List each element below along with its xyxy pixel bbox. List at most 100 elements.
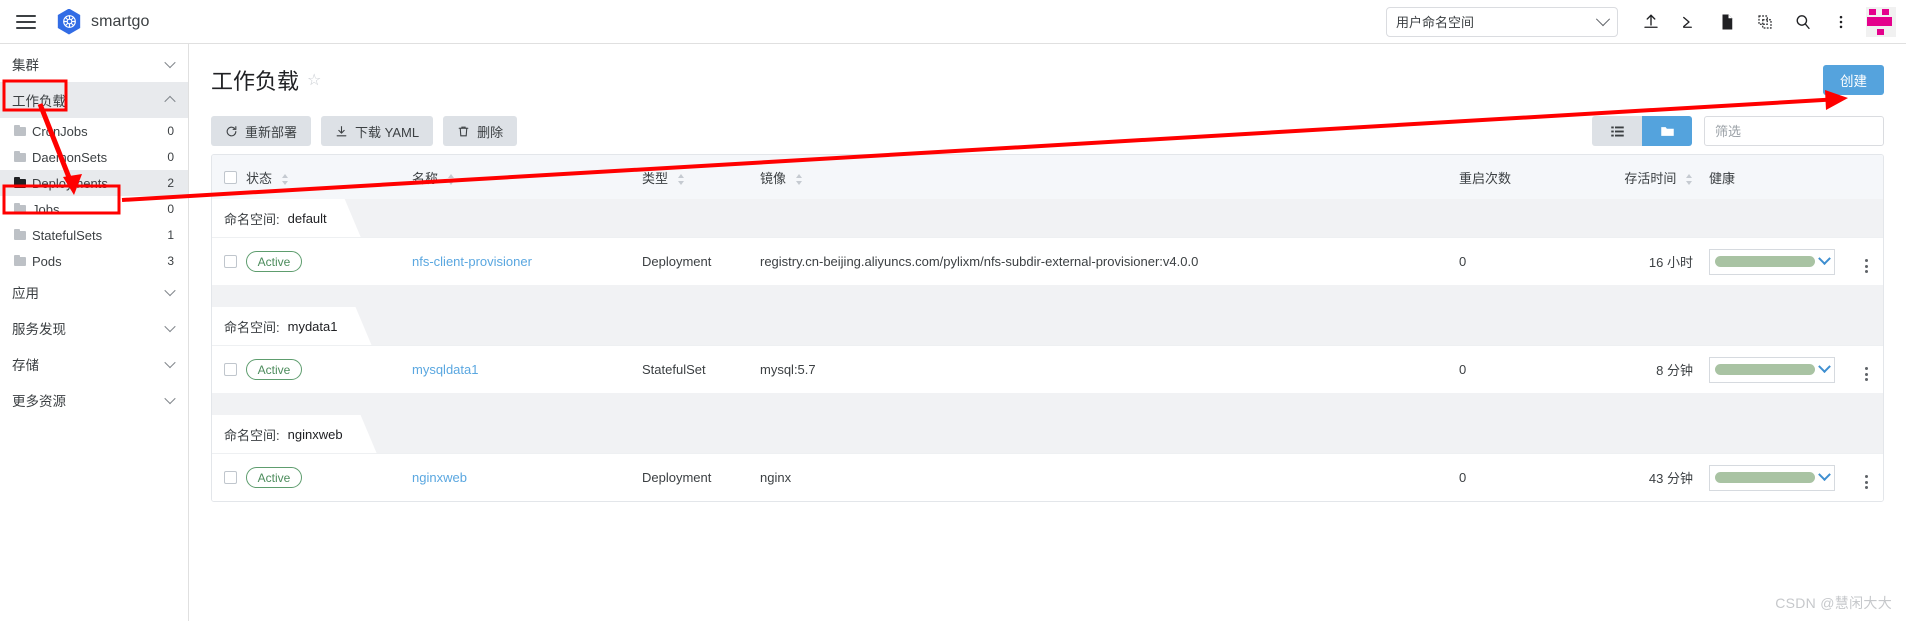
sort-icon[interactable] (1686, 173, 1693, 185)
sort-icon[interactable] (447, 173, 455, 185)
folder-icon (14, 203, 26, 214)
more-vertical-icon[interactable] (1864, 259, 1868, 273)
health-dropdown[interactable] (1709, 248, 1835, 275)
avatar[interactable] (1866, 6, 1896, 37)
column-restarts-label: 重启次数 (1459, 170, 1512, 186)
group-spacer (212, 285, 1883, 307)
column-health-label: 健康 (1709, 170, 1736, 186)
redeploy-label: 重新部署 (245, 124, 298, 140)
sort-icon[interactable] (281, 173, 289, 185)
redeploy-button[interactable]: 重新部署 (211, 116, 312, 146)
star-outline-icon[interactable]: ☆ (307, 70, 321, 90)
view-toggle (1592, 116, 1692, 146)
row-name-cell: mysqldata1 (412, 362, 642, 377)
table-row[interactable]: Active nginxweb Deployment nginx 0 43 分钟 (212, 453, 1883, 501)
upload-icon[interactable] (1632, 3, 1670, 41)
namespace-value: default (287, 210, 327, 226)
clipboard-icon[interactable] (1746, 3, 1784, 41)
sidebar-item-deployments[interactable]: Deployments 2 (0, 170, 188, 196)
row-type-cell: Deployment (642, 470, 712, 485)
health-bar (1715, 364, 1815, 375)
table-row[interactable]: Active nfs-client-provisioner Deployment… (212, 237, 1883, 285)
sidebar-group-service-discovery[interactable]: 服务发现 (0, 310, 188, 346)
list-view-icon[interactable] (1592, 116, 1642, 146)
row-restarts-cell: 0 (1459, 362, 1467, 377)
sidebar-group-storage[interactable]: 存储 (0, 346, 188, 382)
sidebar-item-label: Deployments (32, 175, 108, 191)
chevron-down-icon (164, 56, 176, 69)
create-button[interactable]: 创建 (1823, 65, 1884, 95)
column-age[interactable]: 存活时间 (1609, 168, 1709, 187)
sort-icon[interactable] (795, 173, 803, 185)
folder-icon (14, 151, 26, 162)
row-age-cell: 8 分钟 (1656, 363, 1693, 378)
column-name[interactable]: 名称 (412, 168, 642, 187)
row-checkbox[interactable] (224, 255, 237, 268)
brand[interactable]: smartgo (56, 8, 150, 35)
folder-icon (14, 255, 26, 266)
health-dropdown[interactable] (1709, 464, 1835, 491)
sidebar-group-label: 更多资源 (12, 394, 66, 409)
kubernetes-logo (57, 8, 81, 35)
column-age-label: 存活时间 (1624, 170, 1677, 186)
row-image-cell: registry.cn-beijing.aliyuncs.com/pylixm/… (760, 254, 1199, 269)
chevron-down-icon (164, 356, 176, 369)
sidebar-item-label: DaemonSets (32, 149, 108, 165)
sidebar-item-count: 0 (167, 124, 174, 138)
download-yaml-button[interactable]: 下载 YAML (321, 116, 434, 146)
sidebar-group-apps[interactable]: 应用 (0, 274, 188, 310)
row-status-cell: Active (246, 359, 412, 380)
folder-view-icon[interactable] (1642, 116, 1692, 146)
sidebar-item-pods[interactable]: Pods 3 (0, 248, 188, 274)
toolbar-right (1592, 116, 1884, 146)
column-status[interactable]: 状态 (246, 168, 412, 187)
sidebar-item-jobs[interactable]: Jobs 0 (0, 196, 188, 222)
table-row[interactable]: Active mysqldata1 StatefulSet mysql:5.7 … (212, 345, 1883, 393)
namespace-value: nginxweb (287, 426, 343, 442)
sidebar-item-count: 0 (167, 202, 174, 216)
row-checkbox[interactable] (224, 471, 237, 484)
column-image[interactable]: 镜像 (760, 168, 1459, 187)
row-checkbox[interactable] (224, 363, 237, 376)
sidebar-item-statefulsets[interactable]: StatefulSets 1 (0, 222, 188, 248)
namespace-select[interactable]: 用户命名空间 (1386, 6, 1618, 37)
column-type-label: 类型 (642, 170, 669, 186)
search-icon[interactable] (1784, 3, 1822, 41)
hamburger-icon[interactable] (16, 14, 36, 29)
more-vertical-icon[interactable] (1864, 475, 1868, 489)
select-all-checkbox[interactable] (224, 170, 237, 184)
more-vertical-icon[interactable] (1822, 3, 1860, 41)
workloads-table: 状态 名称 类型 镜像 重启次数 存活时间 健康 命名空间: default A… (211, 154, 1884, 502)
sidebar-item-count: 3 (167, 254, 174, 268)
table-header-row: 状态 名称 类型 镜像 重启次数 存活时间 健康 (212, 155, 1883, 199)
chevron-down-icon (1818, 360, 1831, 374)
row-health-cell (1709, 248, 1849, 275)
sidebar-group-label: 集群 (12, 58, 39, 73)
chevron-down-icon (164, 320, 176, 333)
row-select-cell (212, 363, 246, 376)
row-actions-cell (1849, 466, 1883, 489)
health-dropdown[interactable] (1709, 356, 1835, 383)
more-vertical-icon[interactable] (1864, 367, 1868, 381)
row-restarts-cell: 0 (1459, 470, 1467, 485)
sidebar-item-daemonsets[interactable]: DaemonSets 0 (0, 144, 188, 170)
sidebar-item-cronjobs[interactable]: CronJobs 0 (0, 118, 188, 144)
delete-button[interactable]: 删除 (443, 116, 518, 146)
folder-icon (14, 125, 26, 136)
workload-link[interactable]: mysqldata1 (412, 362, 478, 377)
terminal-icon[interactable] (1670, 3, 1708, 41)
row-age-cell: 43 分钟 (1648, 471, 1693, 486)
workload-link[interactable]: nfs-client-provisioner (412, 254, 532, 269)
filter-input[interactable] (1704, 116, 1884, 146)
sidebar-group-more-resources[interactable]: 更多资源 (0, 382, 188, 418)
row-health-cell (1709, 356, 1849, 383)
column-type[interactable]: 类型 (642, 168, 760, 187)
select-all-cell (212, 170, 246, 184)
delete-label: 删除 (477, 124, 504, 140)
namespace-label: 命名空间: (224, 427, 280, 443)
sidebar-group-workloads[interactable]: 工作负载 (0, 82, 188, 118)
sidebar-group-cluster[interactable]: 集群 (0, 46, 188, 82)
workload-link[interactable]: nginxweb (412, 470, 467, 485)
document-icon[interactable] (1708, 3, 1746, 41)
sort-icon[interactable] (677, 173, 685, 185)
